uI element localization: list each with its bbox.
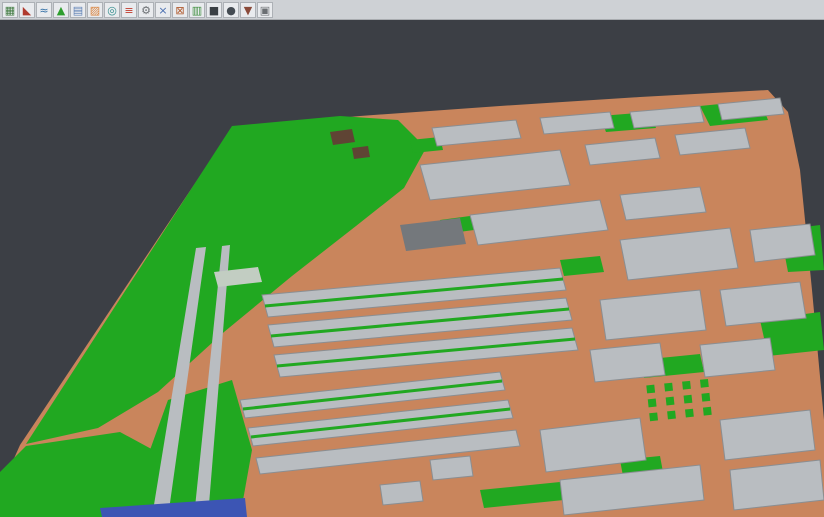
classification-icon[interactable]: ≡ <box>121 2 137 18</box>
area-select-icon[interactable]: ◣ <box>19 2 35 18</box>
toolbar-icons: ▦◣≈▲▤▨◎≡⚙×⊠▥■●▼▣ <box>2 2 274 18</box>
grid-icon[interactable]: ▤ <box>70 2 86 18</box>
export-icon[interactable]: ▼ <box>240 2 256 18</box>
dark-cube-icon[interactable]: ■ <box>206 2 222 18</box>
scene-render <box>0 20 824 517</box>
texture-icon[interactable]: ▨ <box>87 2 103 18</box>
vegetation-class-icon[interactable]: ▲ <box>53 2 69 18</box>
settings-gear-icon[interactable]: ⚙ <box>138 2 154 18</box>
water-surface-icon[interactable]: ≈ <box>36 2 52 18</box>
globe-icon[interactable]: ● <box>223 2 239 18</box>
target-icon[interactable]: ◎ <box>104 2 120 18</box>
snapshot-icon[interactable]: ▣ <box>257 2 273 18</box>
toolbar: ▦◣≈▲▤▨◎≡⚙×⊠▥■●▼▣ <box>0 0 824 20</box>
measure-icon[interactable]: ▥ <box>189 2 205 18</box>
terrain-layers-icon[interactable]: ▦ <box>2 2 18 18</box>
close-tool-icon[interactable]: × <box>155 2 171 18</box>
3d-viewport[interactable] <box>0 20 824 517</box>
fit-view-icon[interactable]: ⊠ <box>172 2 188 18</box>
app-window: ▦◣≈▲▤▨◎≡⚙×⊠▥■●▼▣ <box>0 0 824 517</box>
